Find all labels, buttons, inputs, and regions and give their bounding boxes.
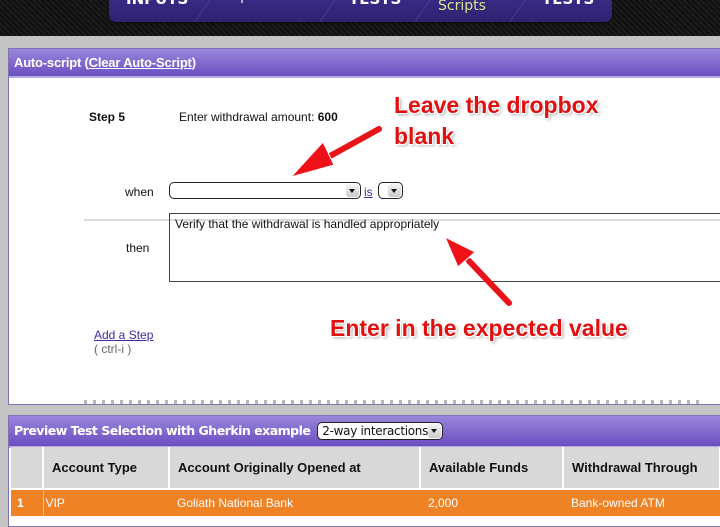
table-row[interactable]: 1 VIP Goliath National Bank 2,000 Bank-o… — [11, 489, 720, 516]
tab-tests[interactable]: TESTS — [349, 0, 401, 20]
auto-script-panel: Auto-script (Clear Auto-Script) Step 5 E… — [8, 48, 720, 405]
column-header-available-funds: Available Funds — [420, 447, 564, 490]
tab-divider — [414, 0, 435, 22]
cell-withdrawal-through: Bank-owned ATM — [563, 489, 720, 516]
interaction-select-value: 2-way interactions — [322, 423, 429, 438]
test-preview-table: Account Type Account Originally Opened a… — [11, 447, 720, 516]
column-header-index — [11, 447, 44, 490]
tab-tests-2[interactable]: TESTS — [542, 0, 594, 20]
preview-test-selection-panel: Preview Test Selection with Gherkin exam… — [8, 415, 720, 527]
tab-divider — [194, 0, 215, 22]
preview-title: Preview Test Selection with Gherkin exam… — [14, 423, 311, 438]
chevron-down-icon — [428, 423, 442, 438]
column-header-account-type: Account Type — [43, 447, 170, 490]
tab-requirements[interactable]: Requirements — [219, 0, 309, 18]
annotation-arrows — [289, 126, 512, 306]
interaction-strength-select[interactable]: 2-way interactions — [317, 421, 444, 440]
annotation-leave-blank-line2: blank — [394, 123, 455, 149]
cell-account-type: VIP — [42, 489, 169, 516]
tab-divider — [509, 0, 530, 22]
column-header-withdrawal-through: Withdrawal Through — [563, 447, 720, 490]
column-header-opened-at: Account Originally Opened at — [169, 447, 421, 490]
tab-divider — [319, 0, 340, 22]
tab-inputs[interactable]: INPUTS — [126, 0, 188, 20]
table-header-row: Account Type Account Originally Opened a… — [11, 447, 720, 490]
cell-opened-at: Goliath National Bank — [169, 489, 420, 516]
top-nav-bar: INPUTS Requirements TESTS Scripts TESTS — [0, 0, 720, 36]
annotation-expected-value: Enter in the expected value — [330, 315, 628, 341]
row-number: 1 — [11, 489, 43, 516]
cell-available-funds: 2,000 — [420, 489, 563, 516]
preview-header: Preview Test Selection with Gherkin exam… — [9, 416, 720, 448]
tab-scripts[interactable]: Scripts — [438, 0, 486, 22]
workflow-tabs: INPUTS Requirements TESTS Scripts TESTS — [109, 0, 612, 22]
arrow-to-textarea — [443, 235, 512, 306]
arrow-to-dropdown — [289, 126, 382, 178]
annotation-leave-blank-line1: Leave the dropbox — [394, 92, 599, 118]
